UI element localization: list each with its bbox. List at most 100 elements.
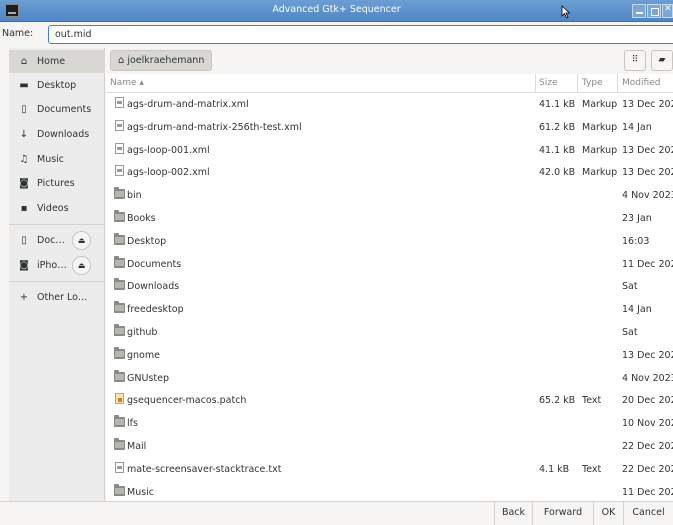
back-button[interactable]: Back	[494, 502, 532, 525]
dialog-action-bar: Back Forward OK Cancel	[0, 501, 673, 525]
file-modified: 13 Dec 2023	[622, 349, 673, 361]
sidebar-item-drive[interactable]: ▯ Doc… ⏏	[9, 229, 105, 252]
file-row[interactable]: Downloads Sat	[106, 275, 673, 298]
eject-button[interactable]: ⏏	[72, 256, 91, 275]
file-size: 4.1 kB	[539, 463, 570, 475]
file-name: freedesktop	[127, 304, 184, 316]
file-name: Downloads	[127, 281, 180, 293]
new-folder-button[interactable]: ▰	[651, 50, 673, 71]
file-row[interactable]: Music 11 Dec 2023	[106, 481, 673, 501]
grid-view-button[interactable]: ⠿	[624, 50, 646, 71]
sidebar-item-documents[interactable]: ▯ Documents	[9, 98, 105, 121]
name-row: Name:	[0, 22, 673, 46]
file-row[interactable]: Documents 11 Dec 2023	[106, 253, 673, 276]
filename-input[interactable]	[48, 25, 673, 44]
file-row[interactable]: GNUstep 4 Nov 2023	[106, 367, 673, 390]
folder-icon	[114, 232, 125, 245]
file-row[interactable]: gsequencer-macos.patch 65.2 kB Text 20 Dec …	[106, 389, 673, 412]
file-row[interactable]: mate-screensaver-stacktrace.txt 4.1 kB Tex…	[106, 458, 673, 481]
file-modified: 20 Dec 2023	[622, 395, 673, 407]
sidebar-item-label: Other Lo…	[37, 292, 88, 303]
file-modified: Sat	[622, 327, 638, 338]
file-modified: 23 Jan	[622, 213, 652, 224]
file-modified: 11 Dec 2023	[622, 258, 673, 270]
file-row[interactable]: Mail 22 Dec 2023	[106, 435, 673, 458]
ok-button[interactable]: OK	[593, 502, 623, 525]
file-name: ags-loop-001.xml	[127, 144, 210, 156]
file-modified: 4 Nov 2023	[622, 372, 673, 384]
file-row[interactable]: ags-drum-and-matrix-256th-test.xml 61.2 k…	[106, 116, 673, 139]
home-icon: ⌂	[20, 56, 28, 67]
file-name: Music	[127, 486, 155, 498]
file-name: ags-drum-and-matrix.xml	[127, 99, 249, 110]
column-divider	[577, 74, 578, 93]
column-divider	[617, 74, 618, 93]
folder-icon	[114, 255, 125, 268]
folder-icon	[114, 324, 125, 336]
file-row[interactable]: gnome 13 Dec 2023	[106, 344, 673, 367]
sidebar-item-label: Downloads	[37, 129, 90, 140]
file-name: Books	[127, 213, 156, 224]
forward-button[interactable]: Forward	[532, 502, 593, 525]
file-row[interactable]: bin 4 Nov 2023	[106, 184, 673, 207]
plus-icon: +	[19, 292, 29, 303]
sidebar-item-label: Videos	[37, 203, 69, 214]
file-name: Documents	[127, 258, 182, 270]
breadcrumb-home[interactable]: ⌂ joelkraehemann	[110, 50, 213, 71]
file-modified: 11 Dec 2023	[622, 486, 673, 498]
document-icon: ▯	[21, 104, 27, 115]
close-icon[interactable]	[662, 4, 673, 18]
file-modified: 13 Dec 2023	[622, 99, 673, 110]
file-list-header: Name ▴ Size Type Modified	[106, 74, 673, 93]
sidebar-item-pictures[interactable]: ◙ Pictures	[9, 172, 105, 195]
sidebar-item-videos[interactable]: ▪ Videos	[9, 197, 105, 220]
sidebar-item-other-locations[interactable]: + Other Lo…	[9, 286, 105, 309]
column-header-size[interactable]: Size	[539, 78, 557, 88]
folder-icon	[114, 210, 125, 222]
file-name: Mail	[127, 441, 147, 452]
file-type: Markup	[582, 99, 618, 110]
name-label: Name:	[2, 28, 34, 39]
file-name: lfs	[127, 418, 138, 430]
file-row[interactable]: Books 23 Jan	[106, 207, 673, 230]
title-bar[interactable]: Advanced Gtk+ Sequencer	[0, 0, 673, 22]
file-modified: 14 Jan	[622, 121, 652, 133]
sidebar-item-iphone[interactable]: ◙ iPho… ⏏	[9, 254, 105, 277]
file-name: ags-loop-002.xml	[127, 167, 210, 179]
download-arrow-icon: ↓	[19, 129, 29, 140]
column-header-modified[interactable]: Modified	[622, 78, 660, 88]
file-row[interactable]: freedesktop 14 Jan	[106, 298, 673, 321]
text-file-icon	[115, 119, 124, 131]
sidebar-item-music[interactable]: ♫ Music	[9, 148, 105, 171]
eject-button[interactable]: ⏏	[72, 231, 91, 250]
grid-icon: ⠿	[631, 55, 639, 65]
file-row[interactable]: ags-drum-and-matrix.xml 41.1 kB Markup 13 D…	[106, 93, 673, 116]
file-modified: 22 Dec 2023	[622, 441, 673, 452]
file-row[interactable]: Desktop 16:03	[106, 230, 673, 253]
file-modified: 14 Jan	[622, 304, 652, 316]
file-row[interactable]: github Sat	[106, 321, 673, 344]
file-row[interactable]: ags-loop-001.xml 41.1 kB Markup 13 Dec 2023	[106, 139, 673, 162]
file-type: Markup	[582, 144, 618, 156]
file-name: mate-screensaver-stacktrace.txt	[127, 463, 282, 475]
file-modified: 13 Dec 2023	[622, 167, 673, 179]
column-header-type[interactable]: Type	[582, 78, 603, 88]
sidebar-item-home[interactable]: ⌂ Home	[9, 50, 105, 73]
file-list[interactable]: Name ▴ Size Type Modified ags-drum-and-m…	[106, 74, 673, 501]
file-size: 61.2 kB	[539, 121, 576, 133]
sidebar-item-downloads[interactable]: ↓ Downloads	[9, 123, 105, 146]
cancel-button[interactable]: Cancel	[623, 502, 673, 525]
file-size: 42.0 kB	[539, 167, 576, 179]
maximize-icon[interactable]	[647, 4, 661, 18]
folder-icon	[114, 187, 125, 200]
file-row[interactable]: lfs 10 Nov 2023	[106, 412, 673, 435]
sidebar-item-label: iPho…	[37, 260, 67, 271]
text-file-icon	[115, 97, 124, 108]
file-modified: Sat	[622, 281, 638, 293]
sidebar-item-desktop[interactable]: ▬ Desktop	[9, 74, 105, 97]
sidebar-separator	[9, 224, 105, 225]
file-name: github	[127, 327, 158, 338]
minimize-icon[interactable]	[632, 4, 646, 18]
column-header-name[interactable]: Name ▴	[110, 78, 144, 88]
file-row[interactable]: ags-loop-002.xml 42.0 kB Markup 13 Dec 2023	[106, 161, 673, 184]
